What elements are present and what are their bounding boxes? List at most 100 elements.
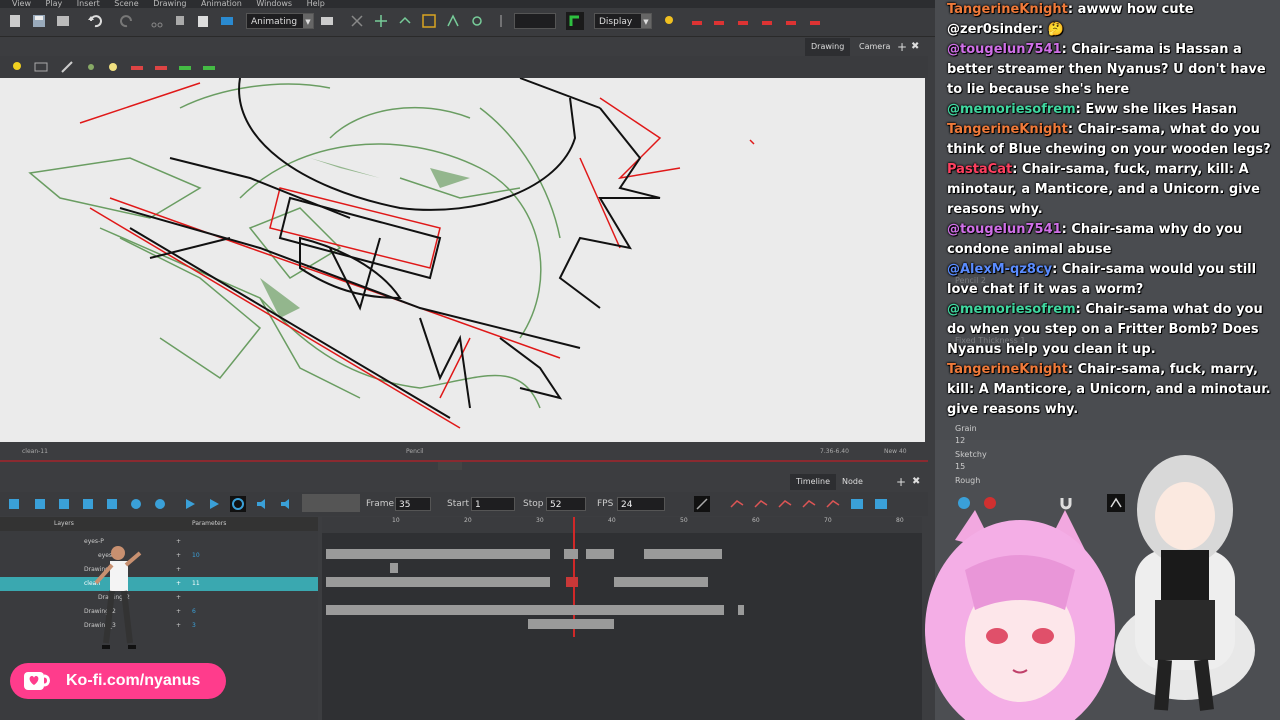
- menu-drawing[interactable]: Drawing: [153, 0, 186, 8]
- onion-skin-icon[interactable]: [808, 14, 822, 28]
- undo-icon[interactable]: [88, 14, 102, 28]
- camera-layer-icon[interactable]: [82, 498, 94, 510]
- brush-icon[interactable]: [84, 60, 98, 74]
- fps-input[interactable]: 24: [617, 497, 665, 511]
- layer-row[interactable]: eyes-l + 10: [0, 549, 318, 563]
- scale-icon[interactable]: [422, 14, 436, 28]
- track-row[interactable]: [322, 575, 922, 589]
- add-icon[interactable]: +: [176, 605, 181, 619]
- mode-select[interactable]: Animating ▼: [246, 13, 314, 29]
- track-row[interactable]: [322, 561, 922, 575]
- onion-red-icon[interactable]: [130, 60, 144, 74]
- rotate-icon[interactable]: [398, 14, 412, 28]
- layer-row-selected[interactable]: clean + 11: [0, 577, 318, 591]
- onion-green-icon[interactable]: [178, 60, 192, 74]
- close-icon[interactable]: ✖: [912, 474, 920, 490]
- onion-skin-icon[interactable]: [736, 14, 750, 28]
- tab-camera[interactable]: Camera: [853, 38, 896, 56]
- keyframe-icon[interactable]: [730, 497, 744, 511]
- layer-row[interactable]: Drawing_3 + 3: [0, 619, 318, 633]
- magnet-icon[interactable]: [1059, 496, 1073, 510]
- add-icon[interactable]: +: [176, 619, 181, 633]
- grid-icon[interactable]: [34, 60, 48, 74]
- exposure-block[interactable]: [326, 605, 724, 615]
- onion-green-icon[interactable]: [202, 60, 216, 74]
- keyframe-icon[interactable]: [778, 497, 792, 511]
- redo-icon[interactable]: [120, 14, 134, 28]
- image-icon[interactable]: [850, 497, 864, 511]
- keyframe-icon[interactable]: [802, 497, 816, 511]
- layer-row[interactable]: Drawing +: [0, 563, 318, 577]
- add-icon[interactable]: +: [176, 549, 181, 563]
- lightbulb-icon[interactable]: [662, 14, 676, 28]
- play-step-icon[interactable]: [208, 498, 220, 510]
- exposure-block-current[interactable]: [566, 577, 578, 587]
- tab-node-library[interactable]: Node Library: [836, 474, 876, 502]
- lightbulb-icon[interactable]: [10, 60, 24, 74]
- pivot-icon[interactable]: [470, 14, 484, 28]
- layer-row[interactable]: Drawing_2 + 6: [0, 605, 318, 619]
- new-file-icon[interactable]: [8, 14, 22, 28]
- effect-icon[interactable]: [106, 498, 118, 510]
- panel-splitter-handle[interactable]: [438, 462, 462, 470]
- menu-play[interactable]: Play: [46, 0, 63, 8]
- save-icon[interactable]: [32, 14, 46, 28]
- layer-row[interactable]: eyes-P +: [0, 535, 318, 549]
- onion-skin-icon[interactable]: [690, 14, 704, 28]
- track-row[interactable]: [322, 603, 922, 617]
- menu-insert[interactable]: Insert: [77, 0, 100, 8]
- zoom-select[interactable]: [514, 13, 556, 29]
- menu-view[interactable]: View: [12, 0, 31, 8]
- rig-icon[interactable]: [154, 498, 166, 510]
- menu-animation[interactable]: Animation: [201, 0, 242, 8]
- exposure-block[interactable]: [586, 549, 614, 559]
- playback-speed-slider[interactable]: [302, 494, 360, 512]
- skew-icon[interactable]: [446, 14, 460, 28]
- tab-drawing[interactable]: Drawing: [805, 38, 851, 56]
- exposure-block[interactable]: [528, 619, 614, 629]
- add-icon[interactable]: +: [176, 563, 181, 577]
- close-icon[interactable]: ✖: [911, 38, 919, 56]
- add-icon[interactable]: +: [176, 535, 181, 549]
- exposure-block[interactable]: [390, 563, 398, 573]
- exposure-block[interactable]: [326, 577, 550, 587]
- track-row[interactable]: [322, 617, 922, 631]
- bulb-small-icon[interactable]: [106, 60, 120, 74]
- play-icon[interactable]: [184, 498, 196, 510]
- drawing-canvas[interactable]: [0, 78, 925, 442]
- flip-icon[interactable]: [494, 14, 508, 28]
- color-icon[interactable]: [983, 496, 997, 510]
- transform-icon[interactable]: [350, 14, 364, 28]
- add-view-icon[interactable]: +: [896, 474, 906, 490]
- tool-active-icon[interactable]: [566, 12, 584, 30]
- onion-red-icon[interactable]: [154, 60, 168, 74]
- globe-icon[interactable]: [957, 496, 971, 510]
- frame-input[interactable]: 35: [395, 497, 431, 511]
- keyframe-icon[interactable]: [754, 497, 768, 511]
- start-input[interactable]: 1: [471, 497, 515, 511]
- exposure-block[interactable]: [326, 549, 550, 559]
- tab-timeline[interactable]: Timeline: [790, 474, 837, 490]
- exposure-block[interactable]: [738, 605, 744, 615]
- pencil-icon[interactable]: [60, 60, 74, 74]
- add-layer-icon[interactable]: [8, 498, 20, 510]
- onion-skin-icon[interactable]: [760, 14, 774, 28]
- menu-windows[interactable]: Windows: [256, 0, 292, 8]
- mark-icon[interactable]: [130, 498, 142, 510]
- keyframe-icon[interactable]: [826, 497, 840, 511]
- exposure-block[interactable]: [614, 577, 708, 587]
- add-peg-icon[interactable]: [34, 498, 46, 510]
- sound-scrub-icon[interactable]: [280, 498, 292, 510]
- layer-row[interactable]: Drawing_2 +: [0, 591, 318, 605]
- move-icon[interactable]: [374, 14, 388, 28]
- palette-icon[interactable]: [220, 14, 234, 28]
- onion-skin-icon[interactable]: [784, 14, 798, 28]
- copy-icon[interactable]: [174, 14, 188, 28]
- add-icon[interactable]: +: [176, 577, 181, 591]
- display-select[interactable]: Display ▼: [594, 13, 652, 29]
- add-view-icon[interactable]: +: [897, 38, 907, 56]
- frame-ruler[interactable]: 10 20 30 40 50 60 70 80: [322, 517, 922, 533]
- exposure-block[interactable]: [564, 549, 578, 559]
- exposure-block[interactable]: [644, 549, 722, 559]
- onion-skin-icon[interactable]: [712, 14, 726, 28]
